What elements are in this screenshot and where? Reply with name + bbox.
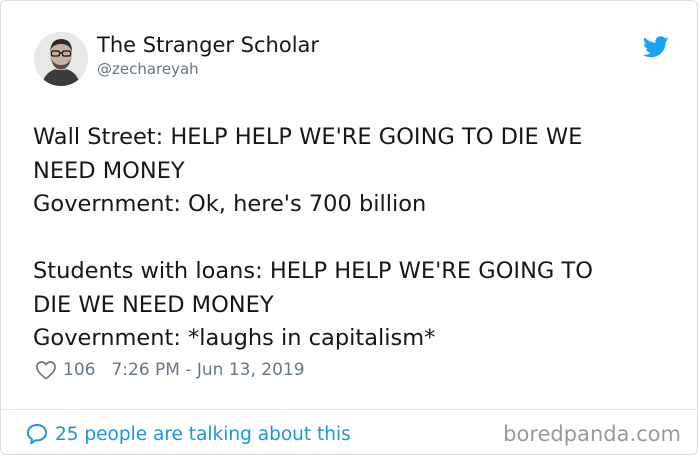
heart-icon[interactable] — [35, 360, 57, 380]
like-count[interactable]: 106 — [63, 360, 95, 380]
avatar-photo-icon — [34, 32, 88, 86]
tweet-line: Government: *laughs in capitalism* — [33, 325, 436, 351]
twitter-bird-icon[interactable] — [643, 36, 669, 58]
tweet-line: Government: Ok, here's 700 billion — [33, 191, 427, 217]
conversation-text: 25 people are talking about this — [55, 423, 351, 445]
watermark: boredpanda.com — [503, 422, 681, 446]
tweet-timestamp[interactable]: 7:26 PM - Jun 13, 2019 — [111, 360, 304, 380]
conversation-link[interactable]: 25 people are talking about this — [25, 421, 351, 447]
divider — [1, 409, 697, 410]
tweet-card: The Stranger Scholar @zechareyah Wall St… — [0, 0, 698, 455]
author-name[interactable]: The Stranger Scholar — [97, 33, 319, 57]
avatar[interactable] — [34, 32, 88, 86]
tweet-line: DIE WE NEED MONEY — [33, 291, 274, 318]
tweet-line: Wall Street: HELP HELP WE'RE GOING TO DI… — [33, 124, 583, 150]
tweet-line: Students with loans: HELP HELP WE'RE GOI… — [33, 258, 593, 284]
author-handle[interactable]: @zechareyah — [97, 60, 199, 78]
tweet-meta: 106 7:26 PM - Jun 13, 2019 — [35, 358, 305, 382]
tweet-line: NEED MONEY — [33, 157, 185, 184]
speech-bubble-icon — [27, 424, 47, 445]
tweet-text: Wall Street: HELP HELP WE'RE GOING TO DI… — [33, 121, 673, 356]
